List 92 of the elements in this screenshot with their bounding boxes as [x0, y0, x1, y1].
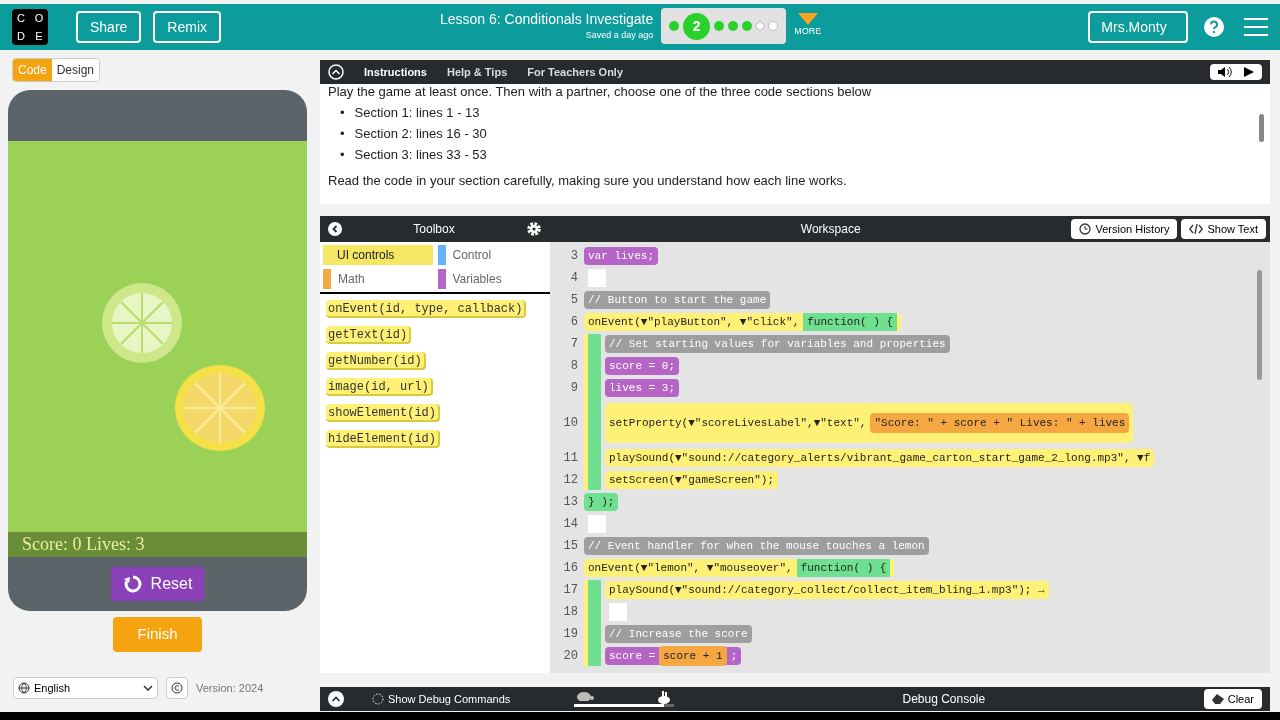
code-block[interactable]: var lives; — [584, 247, 658, 265]
line-number: 17 — [562, 582, 579, 599]
reset-icon — [122, 574, 143, 594]
settings-icon[interactable] — [526, 221, 542, 237]
chevron-down-icon — [143, 685, 153, 691]
toolbox-title: Toolbox — [412, 221, 456, 238]
line-number: 20 — [562, 648, 579, 665]
code-block[interactable]: showElement(id) — [326, 404, 441, 422]
version-label: Version: 2024 — [196, 680, 264, 696]
scrollbar — [1259, 114, 1264, 142]
instructions-text: Read the code in your section carefully, making sure you understand how each line works. — [328, 172, 848, 190]
instructions-tab[interactable]: For Teachers Only — [527, 63, 624, 81]
code-block[interactable]: onEvent(id, type, callback) — [326, 300, 527, 318]
play-icon[interactable] — [1244, 67, 1254, 77]
version-history-button[interactable]: Version History — [1071, 219, 1178, 239]
category-item[interactable]: Variables — [437, 269, 547, 289]
code-block[interactable]: getNumber(id) — [326, 352, 426, 370]
help-icon[interactable] — [1204, 17, 1224, 37]
line-number: 5 — [569, 292, 579, 309]
expression-block[interactable]: "Score: " + score + " Lives: " + lives — [870, 412, 1130, 434]
code-block[interactable]: setScreen(▼"gameScreen"); — [605, 471, 779, 489]
empty-block — [588, 515, 606, 533]
code-block[interactable]: playSound(▼"sound://category_collect/collect_item_bling_1.mp3"); → — [605, 581, 1049, 599]
code-block[interactable]: onEvent(▼"lemon", ▼"mouseover", function( ) { — [584, 559, 895, 577]
code-block[interactable]: score = score + 1 ; — [605, 647, 742, 665]
line-number: 16 — [562, 560, 579, 577]
instructions-text: Play the game at least once. Then with a partner, choose one of the three code sections below — [328, 84, 873, 100]
saved-status: Saved a day ago — [585, 29, 654, 43]
eraser-icon — [1211, 694, 1224, 704]
code-block[interactable]: playSound(▼"sound://category_alerts/vibrant_game_carton_start_game_2_long.mp3", ▼f — [605, 449, 1155, 467]
empty-block — [588, 269, 606, 287]
code-block[interactable]: image(id, url) — [326, 378, 433, 396]
score-label: Score: 0 Lives: 3 — [8, 532, 307, 557]
line-number: 13 — [562, 494, 579, 511]
code-block[interactable]: onEvent(▼"playButton", ▼"click", function( ) { — [584, 313, 902, 331]
debug-console-title: Debug Console — [901, 691, 987, 708]
category-item[interactable]: Math — [323, 269, 433, 289]
rabbit-icon[interactable] — [657, 691, 671, 704]
code-icon — [1189, 224, 1204, 234]
code-block[interactable]: getText(id) — [326, 326, 412, 344]
line-number: 7 — [569, 336, 579, 353]
list-item: Section 1: lines 1 - 13 — [354, 104, 480, 122]
speaker-icon[interactable] — [1218, 67, 1232, 77]
list-item: Section 3: lines 33 - 53 — [354, 146, 487, 164]
lesson-title: Lesson 6: Conditionals Investigate — [440, 10, 654, 30]
list-item: Section 2: lines 16 - 30 — [354, 125, 487, 143]
category-item[interactable]: UI controls — [323, 245, 433, 265]
show-debug-commands-button[interactable]: Show Debug Commands — [372, 690, 562, 708]
line-number: 10 — [562, 415, 579, 432]
line-number: 6 — [569, 314, 579, 331]
category-item[interactable]: Control — [437, 245, 547, 265]
menu-icon[interactable] — [1244, 18, 1268, 36]
line-number: 9 — [569, 380, 579, 397]
logo[interactable]: C O D E — [12, 9, 48, 45]
workspace-title: Workspace — [799, 221, 862, 238]
globe-icon — [18, 682, 30, 694]
code-block[interactable]: setProperty(▼"scoreLivesLabel",▼"text", "Score: " + score + " Lives: " + lives — [605, 403, 1134, 443]
copyright-icon — [171, 682, 183, 694]
function-block[interactable]: function( ) { — [796, 559, 891, 577]
code-block[interactable]: score = 0; — [605, 357, 679, 375]
expand-icon[interactable] — [328, 691, 344, 707]
bullet-marker: • — [340, 146, 345, 164]
line-number: 11 — [562, 450, 579, 467]
empty-block — [609, 603, 627, 621]
turtle-icon — [576, 691, 594, 701]
clock-icon — [1079, 223, 1092, 235]
copyright-button[interactable] — [166, 677, 188, 699]
code-block[interactable]: hideElement(id) — [326, 430, 441, 448]
line-number: 3 — [569, 248, 579, 265]
line-number: 12 — [562, 472, 579, 489]
line-number: 4 — [569, 270, 579, 287]
instructions-tab[interactable]: Help & Tips — [446, 63, 508, 81]
line-number: 14 — [562, 516, 579, 533]
mode-tab[interactable]: Design — [51, 59, 100, 81]
line-number: 19 — [562, 626, 579, 643]
line-number: 8 — [569, 358, 579, 375]
language-select[interactable]: English — [13, 677, 158, 699]
spinner-icon — [372, 693, 384, 705]
line-number: 15 — [562, 538, 579, 555]
code-block[interactable]: } ); — [584, 493, 619, 511]
bullet-marker: • — [340, 125, 345, 143]
back-icon[interactable] — [328, 222, 342, 236]
reset-button[interactable]: Reset — [110, 567, 205, 601]
line-number: 18 — [562, 604, 579, 621]
bullet-marker: • — [340, 104, 345, 122]
instructions-tab[interactable]: Instructions — [364, 63, 427, 81]
expression-block[interactable]: score + 1 — [659, 645, 727, 667]
collapse-icon[interactable] — [328, 64, 344, 80]
function-block[interactable]: function( ) { — [803, 313, 898, 331]
code-block[interactable]: lives = 3; — [605, 379, 679, 397]
clear-button[interactable]: Clear — [1203, 689, 1262, 709]
show-text-button[interactable]: Show Text — [1181, 219, 1266, 239]
